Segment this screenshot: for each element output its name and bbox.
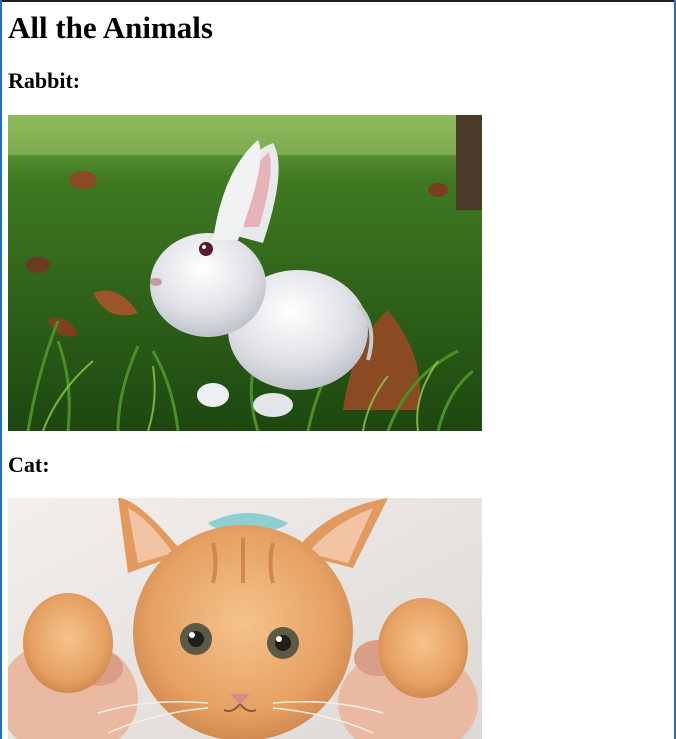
rabbit-illustration: [8, 115, 482, 431]
window-top-border: [0, 0, 676, 2]
cat-image: [8, 498, 482, 739]
cat-illustration: [8, 498, 482, 739]
page-title: All the Animals: [8, 10, 213, 45]
window-left-border: [0, 0, 2, 739]
rabbit-heading: Rabbit:: [8, 68, 81, 93]
rabbit-image: [8, 115, 482, 431]
cat-heading: Cat:: [8, 452, 50, 477]
